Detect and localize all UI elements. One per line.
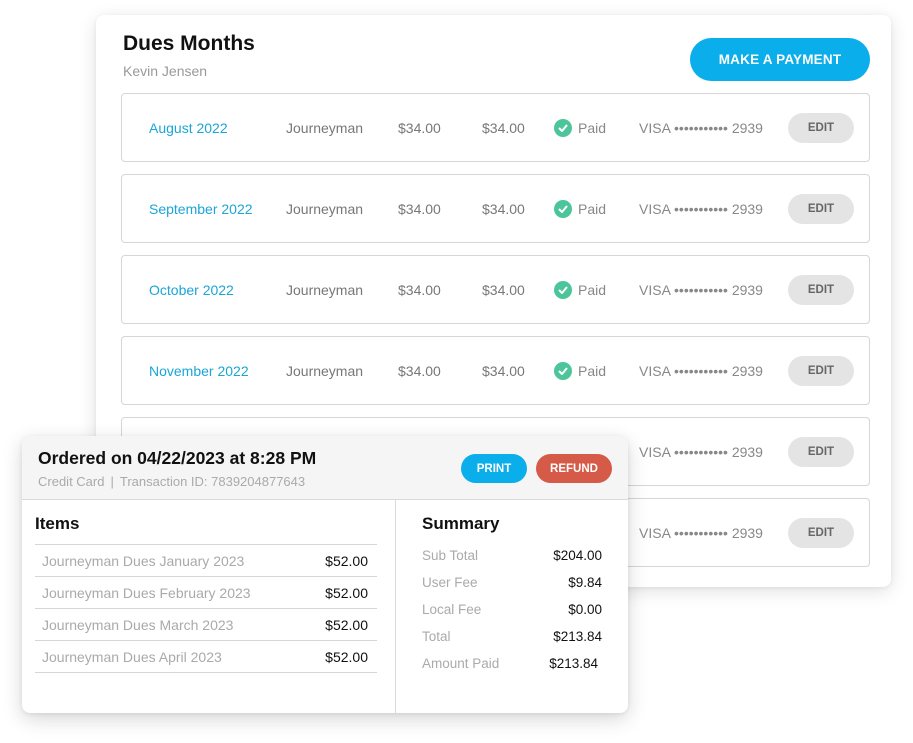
item-name: Journeyman Dues January 2023 [42,552,245,569]
dues-row: October 2022 Journeyman $34.00 $34.00 Pa… [121,255,870,324]
paid-amount: $34.00 [482,362,525,379]
summary-label: Sub Total [422,548,479,563]
check-circle-icon [554,199,572,218]
summary-label: User Fee [422,575,478,590]
dues-row: November 2022 Journeyman $34.00 $34.00 P… [121,336,870,405]
order-meta: Credit Card | Transaction ID: 783920487764… [38,474,305,489]
items-heading: Items [35,514,80,533]
item-name: Journeyman Dues February 2023 [42,584,251,601]
dues-row: August 2022 Journeyman $34.00 $34.00 Pai… [121,93,870,162]
status-badge: Paid [554,199,607,218]
item-price: $52.00 [325,584,368,601]
member-name: Kevin Jensen [123,63,208,79]
summary-value: $213.84 [553,629,602,644]
summary-row-subtotal: Sub Total $204.00 [422,542,602,569]
payment-card: VISA ••••••••••• 2939 [639,281,763,298]
payment-card: VISA ••••••••••• 2939 [639,362,763,379]
meta-separator: | [110,474,114,489]
item-row: Journeyman Dues April 2023 $52.00 [35,641,377,673]
status-text: Paid [578,362,607,379]
payment-method: Credit Card [38,474,105,489]
membership-type: Journeyman [286,119,364,136]
status-badge: Paid [554,118,607,137]
payment-card: VISA ••••••••••• 2939 [639,119,763,136]
print-button[interactable]: PRINT [461,454,527,483]
payment-card: VISA ••••••••••• 2939 [639,524,763,541]
dues-month-link[interactable]: October 2022 [149,282,234,298]
transaction-id: Transaction ID: 7839204877643 [119,474,306,489]
dues-row: September 2022 Journeyman $34.00 $34.00 … [121,174,870,243]
item-row: Journeyman Dues February 2023 $52.00 [35,577,377,609]
edit-button[interactable]: EDIT [788,517,854,548]
membership-type: Journeyman [286,200,364,217]
refund-button[interactable]: REFUND [536,454,612,483]
edit-button[interactable]: EDIT [788,274,854,305]
summary-value: $9.84 [568,575,602,590]
paid-amount: $34.00 [482,281,525,298]
membership-type: Journeyman [286,281,364,298]
status-badge: Paid [554,280,607,299]
payment-card: VISA ••••••••••• 2939 [639,200,763,217]
summary-row-total: Total $213.84 [422,623,602,650]
dues-amount: $34.00 [398,281,441,298]
summary-value: $0.00 [568,602,602,617]
summary-heading: Summary [422,514,500,533]
order-header: Ordered on 04/22/2023 at 8:28 PM Credit … [22,436,628,500]
check-circle-icon [554,280,572,299]
check-circle-icon [554,118,572,137]
dues-month-link[interactable]: November 2022 [149,363,249,379]
item-price: $52.00 [325,552,368,569]
order-detail-card: Ordered on 04/22/2023 at 8:28 PM Credit … [22,436,628,713]
summary-row-user-fee: User Fee $9.84 [422,569,602,596]
column-divider [395,500,396,713]
item-row: Journeyman Dues March 2023 $52.00 [35,609,377,641]
summary-value: $213.84 [549,656,598,671]
status-text: Paid [578,119,607,136]
edit-button[interactable]: EDIT [788,355,854,386]
dues-amount: $34.00 [398,200,441,217]
paid-amount: $34.00 [482,119,525,136]
summary-label: Total [422,629,451,644]
status-text: Paid [578,281,607,298]
item-row: Journeyman Dues January 2023 $52.00 [35,545,377,577]
status-badge: Paid [554,361,607,380]
dues-month-link[interactable]: September 2022 [149,201,253,217]
order-title: Ordered on 04/22/2023 at 8:28 PM [38,448,317,468]
items-list: Journeyman Dues January 2023 $52.00 Jour… [35,544,377,673]
payment-card: VISA ••••••••••• 2939 [639,443,763,460]
dues-amount: $34.00 [398,119,441,136]
summary-row-local-fee: Local Fee $0.00 [422,596,602,623]
summary-list: Sub Total $204.00 User Fee $9.84 Local F… [422,542,602,677]
edit-button[interactable]: EDIT [788,436,854,467]
check-circle-icon [554,361,572,380]
dues-month-link[interactable]: August 2022 [149,120,228,136]
page-title: Dues Months [123,32,255,55]
summary-label: Local Fee [422,602,482,617]
item-name: Journeyman Dues March 2023 [42,616,234,633]
status-text: Paid [578,200,607,217]
dues-amount: $34.00 [398,362,441,379]
make-payment-button[interactable]: MAKE A PAYMENT [690,38,870,81]
membership-type: Journeyman [286,362,364,379]
paid-amount: $34.00 [482,200,525,217]
item-name: Journeyman Dues April 2023 [42,648,222,665]
item-price: $52.00 [325,648,368,665]
summary-label: Amount Paid [422,656,500,671]
summary-row-amount-paid: Amount Paid $213.84 [422,650,602,677]
edit-button[interactable]: EDIT [788,112,854,143]
summary-value: $204.00 [553,548,602,563]
item-price: $52.00 [325,616,368,633]
edit-button[interactable]: EDIT [788,193,854,224]
